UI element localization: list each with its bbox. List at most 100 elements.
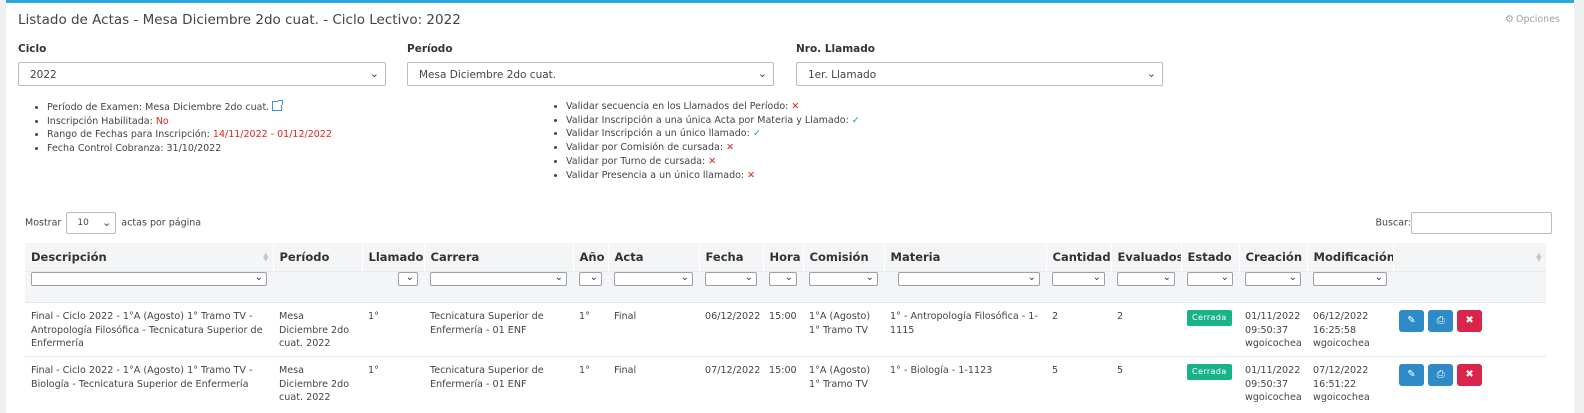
llamado-select[interactable]: 1er. Llamado ⌄ — [796, 62, 1163, 86]
info-label: Rango de Fechas para Inscripción: — [47, 129, 213, 141]
table-row: Final - Ciclo 2022 - 1°A (Agosto) 1° Tra… — [25, 356, 1546, 410]
col-materia[interactable]: Materia — [884, 243, 1047, 272]
check-icon: ✓ — [752, 128, 761, 140]
col-hora[interactable]: Hora — [763, 243, 804, 272]
filter-fecha[interactable]: ⌄ — [705, 272, 757, 286]
edit-button[interactable]: ✎ — [1399, 364, 1424, 386]
column-label: Fecha — [705, 250, 744, 264]
periodo-label: Período — [407, 43, 453, 55]
search-control: Buscar: — [1376, 212, 1552, 234]
cell-comision: 1°A (Agosto) 1° Tramo TV — [803, 302, 884, 357]
info-label: Fecha Control Cobranza: — [47, 143, 167, 155]
cell-hora: 15:00 — [763, 302, 803, 357]
col-cantidad[interactable]: Cantidad — [1046, 243, 1112, 272]
column-label: Período — [279, 250, 330, 264]
x-icon: ✕ — [726, 142, 735, 154]
check-icon: ✓ — [851, 114, 860, 126]
ciclo-select[interactable]: 2022 ⌄ — [18, 62, 386, 86]
validation-label: Validar secuencia en los Llamados del Pe… — [566, 101, 792, 112]
cell-hora: 15:00 — [763, 356, 803, 410]
status-badge: Cerrada — [1187, 364, 1232, 380]
filter-cantidad[interactable]: ⌄ — [1052, 272, 1105, 286]
validation-item: Validar Presencia a un único llamado: ✕ — [566, 169, 860, 183]
filter-cell: ⌄ — [699, 271, 763, 303]
column-label: Hora — [769, 250, 801, 264]
meta-date: 07/12/2022 16:51:22 — [1313, 365, 1369, 390]
cell-carrera: Tecnicatura Superior de Enfermería - 01 … — [424, 302, 573, 357]
col-anio[interactable]: Año — [573, 243, 609, 272]
column-label: Carrera — [430, 250, 480, 264]
meta-user: wgoicochea — [1313, 392, 1370, 403]
cell-materia: 1° - Biología - 1-1123 — [884, 356, 1046, 410]
actas-table: Descripción ▲ ▼ Período Llamado Carrera Añ… — [25, 243, 1547, 410]
filter-llamado[interactable]: ⌄ — [398, 272, 418, 286]
chevron-down-icon: ⌄ — [1220, 272, 1229, 284]
filter-comision[interactable]: ⌄ — [809, 272, 878, 286]
filter-materia[interactable]: ⌄ — [898, 272, 1040, 286]
options-menu[interactable]: ⚙ Opciones — [1505, 14, 1560, 25]
table-row: Final - Ciclo 2022 - 1°A (Agosto) 1° Tra… — [25, 302, 1546, 357]
cell-estado: Cerrada — [1181, 302, 1239, 357]
external-link-icon[interactable] — [272, 100, 284, 111]
print-icon: ⎙ — [1436, 315, 1445, 326]
filter-hora[interactable]: ⌄ — [769, 272, 797, 286]
col-fecha[interactable]: Fecha — [699, 243, 764, 272]
validation-item: Validar por Comisión de cursada: ✕ — [566, 141, 860, 155]
meta-time: 09:50:37 — [1245, 324, 1289, 336]
page-length-control: Mostrar 10 ⌄ actas por página — [25, 212, 201, 234]
ciclo-label: Ciclo — [18, 43, 47, 55]
col-carrera[interactable]: Carrera — [424, 243, 574, 272]
col-llamado[interactable]: Llamado — [362, 243, 425, 272]
column-label: Comisión — [809, 250, 869, 264]
filter-modificacion[interactable]: ⌄ — [1313, 272, 1387, 286]
column-label: Evaluados — [1117, 250, 1181, 264]
meta-date: 01/11/2022 — [1245, 311, 1301, 322]
sort-icon: ▲ ▼ — [263, 251, 269, 263]
col-acta[interactable]: Acta — [608, 243, 700, 272]
info-value: 14/11/2022 - 01/12/2022 — [212, 129, 332, 141]
filter-evaluados[interactable]: ⌄ — [1117, 272, 1175, 286]
filter-row: ⌄ ⌄ ⌄ ⌄ ⌄ ⌄ ⌄ ⌄ ⌄ ⌄ ⌄ ⌄ ⌄ ⌄ — [25, 271, 1546, 303]
meta-user: wgoicochea — [1245, 338, 1302, 349]
col-creacion[interactable]: Creación — [1239, 243, 1308, 272]
col-periodo[interactable]: Período — [273, 243, 363, 272]
edit-button[interactable]: ✎ — [1399, 310, 1424, 332]
col-evaluados[interactable]: Evaluados — [1111, 243, 1182, 272]
cell-actions: ✎ ⎙ ✖ — [1393, 356, 1546, 410]
chevron-down-icon: ⌄ — [369, 67, 379, 80]
filter-estado[interactable]: ⌄ — [1187, 272, 1233, 286]
periodo-select[interactable]: Mesa Diciembre 2do cuat. ⌄ — [407, 62, 774, 86]
delete-button[interactable]: ✖ — [1457, 364, 1483, 386]
col-modificacion[interactable]: Modificación — [1307, 243, 1394, 272]
col-actions: ▲ ▼ — [1393, 243, 1547, 272]
delete-button[interactable]: ✖ — [1457, 310, 1483, 332]
col-comision[interactable]: Comisión — [803, 243, 885, 272]
column-label: Creación — [1245, 250, 1303, 264]
validation-label: Validar Inscripción a un único llamado: — [566, 128, 753, 140]
info-value: 31/10/2022 — [166, 143, 222, 155]
col-descripcion[interactable]: Descripción ▲ ▼ — [25, 243, 274, 272]
chevron-down-icon: ⌄ — [1146, 67, 1156, 80]
filter-cell: ⌄ — [362, 271, 424, 303]
info-label: Inscripción Habilitada: — [47, 115, 156, 127]
search-input[interactable] — [1411, 212, 1552, 234]
filter-creacion[interactable]: ⌄ — [1245, 272, 1301, 286]
filter-carrera[interactable]: ⌄ — [430, 272, 567, 286]
chevron-down-icon: ⌄ — [757, 67, 767, 80]
cell-creacion: 01/11/2022 09:50:37 wgoicochea — [1239, 356, 1307, 410]
filter-descripcion[interactable]: ⌄ — [31, 272, 267, 286]
validation-item: Validar Inscripción a un único llamado: … — [566, 127, 860, 141]
print-button[interactable]: ⎙ — [1428, 364, 1454, 386]
x-icon: ✕ — [791, 101, 800, 112]
validation-list: Validar secuencia en los Llamados del Pe… — [550, 100, 860, 182]
col-estado[interactable]: Estado — [1181, 243, 1240, 272]
print-button[interactable]: ⎙ — [1428, 310, 1454, 332]
meta-date: 01/11/2022 — [1245, 365, 1301, 376]
page-length-select[interactable]: 10 ⌄ — [66, 212, 117, 234]
cell-descripcion: Final - Ciclo 2022 - 1°A (Agosto) 1° Tra… — [25, 356, 273, 410]
filter-anio[interactable]: ⌄ — [579, 272, 602, 286]
filter-acta[interactable]: ⌄ — [614, 272, 693, 286]
meta-date: 06/12/2022 — [1313, 311, 1369, 322]
length-suffix: actas por página — [121, 217, 202, 229]
period-info-list: Período de Examen: Mesa Diciembre 2do cu… — [31, 100, 332, 156]
